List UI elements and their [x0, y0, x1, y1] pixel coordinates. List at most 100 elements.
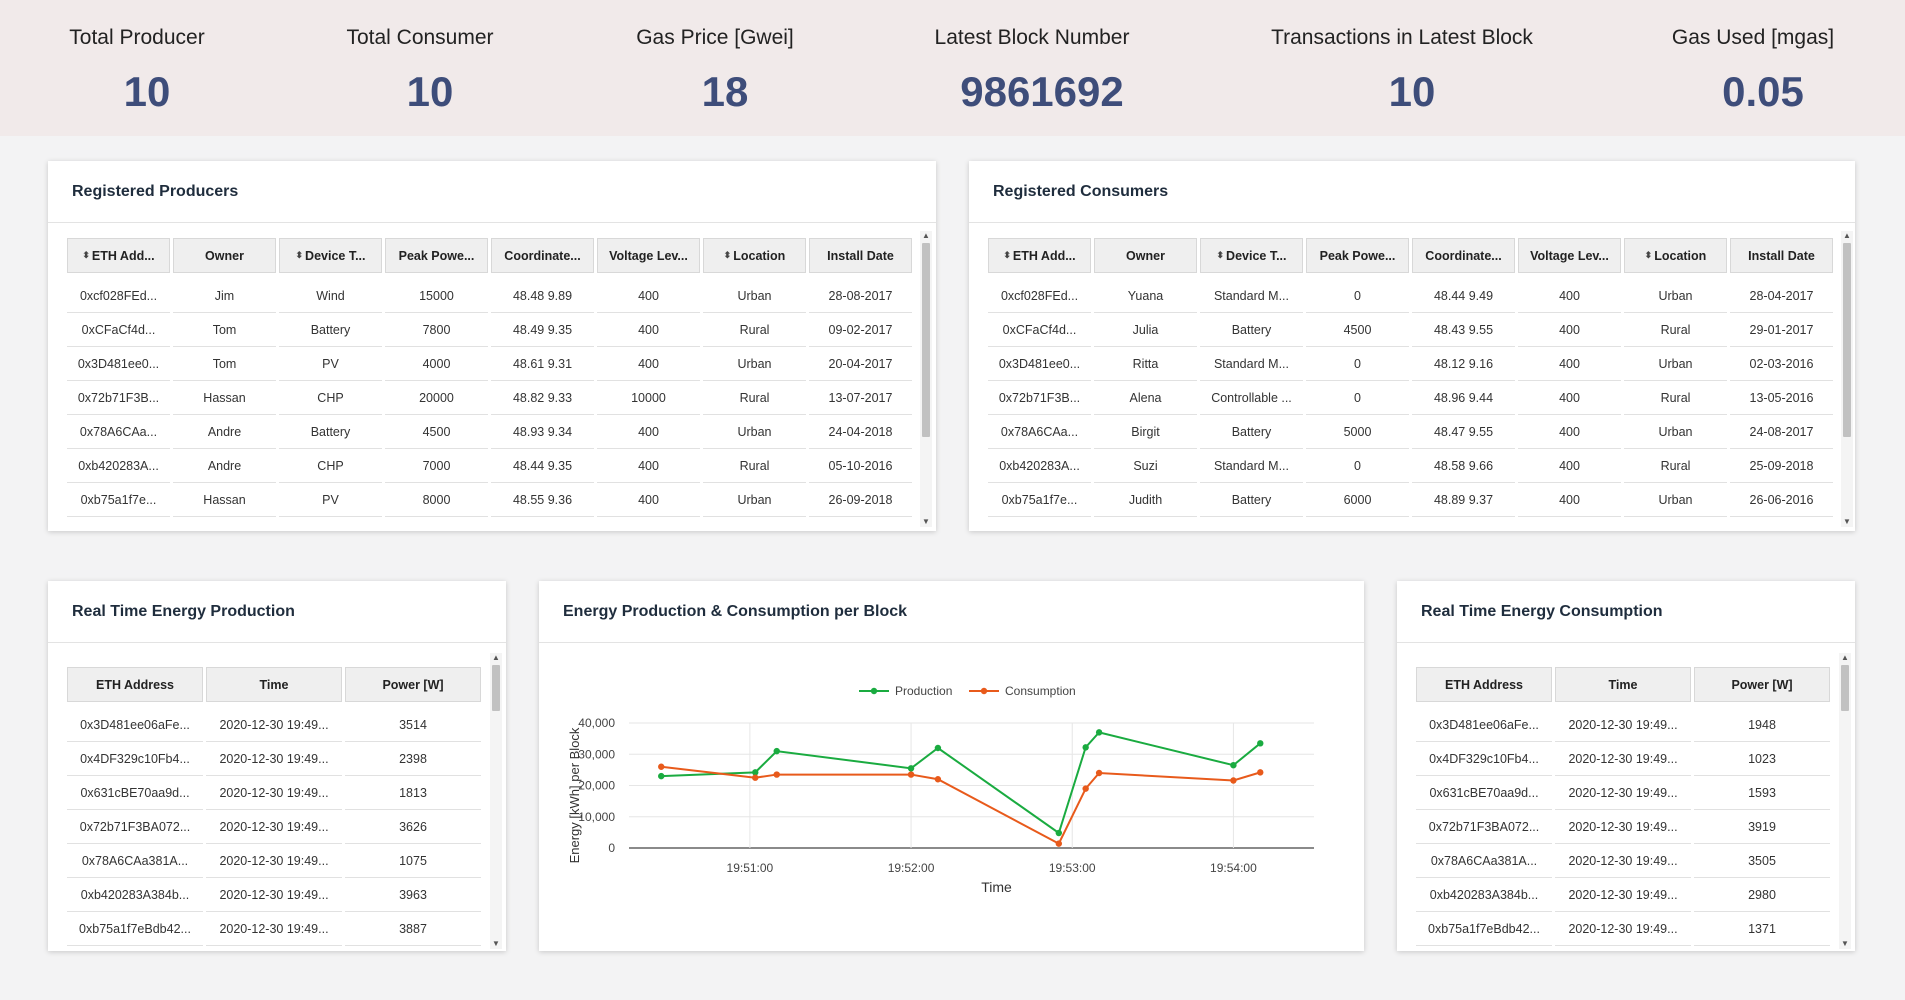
table-cell: 48.12 9.16: [1412, 347, 1515, 381]
sort-icon[interactable]: ⬍: [1003, 250, 1011, 260]
sort-icon[interactable]: ⬍: [82, 250, 90, 260]
table-row[interactable]: 0x4DF329c10Fb4... 2020-12-30 19:49... 1023: [1416, 742, 1830, 776]
producers-table: ⬍ ETH Add... Owner ⬍ Device T... Peak Powe…: [64, 238, 912, 517]
table-row[interactable]: 0xb420283A... Andre CHP 7000 48.44 9.35 400 Ru…: [67, 449, 912, 483]
column-header-location[interactable]: ⬍ Location: [1624, 238, 1727, 273]
table-cell: 20-04-2017: [809, 347, 912, 381]
column-header-owner[interactable]: Owner: [173, 238, 276, 273]
table-row[interactable]: 0x72b71F3BA072... 2020-12-30 19:49... 3626: [67, 810, 481, 844]
consumption-scrollbar[interactable]: ▲ ▼: [1839, 653, 1851, 949]
column-header-time[interactable]: Time: [1555, 667, 1691, 702]
column-header-voltage-level[interactable]: Voltage Lev...: [1518, 238, 1621, 273]
table-row[interactable]: 0xCFaCf4d... Tom Battery 7800 48.49 9.35 400 R…: [67, 313, 912, 347]
table-cell: 7800: [385, 313, 488, 347]
consumers-scrollbar[interactable]: ▲ ▼: [1841, 231, 1853, 527]
column-header-location[interactable]: ⬍ Location: [703, 238, 806, 273]
panel-title: Real Time Energy Consumption: [1421, 603, 1663, 620]
table-cell: 4500: [385, 415, 488, 449]
table-row[interactable]: 0x631cBE70aa9d... 2020-12-30 19:49... 1813: [67, 776, 481, 810]
table-row[interactable]: 0x631cBE70aa9d... 2020-12-30 19:49... 1593: [1416, 776, 1830, 810]
table-row[interactable]: 0xcf028FEd... Jim Wind 15000 48.48 9.89 400 Ur…: [67, 279, 912, 313]
table-cell: Rural: [703, 449, 806, 483]
scroll-thumb[interactable]: [1841, 665, 1849, 711]
producers-table-container[interactable]: ⬍ ETH Add... Owner ⬍ Device T... Peak Powe…: [64, 238, 912, 528]
table-row[interactable]: 0x78A6CAa... Birgit Battery 5000 48.47 9.55 4…: [988, 415, 1833, 449]
table-cell: Hassan: [173, 381, 276, 415]
column-header-eth-address[interactable]: ETH Address: [1416, 667, 1552, 702]
scroll-thumb[interactable]: [1843, 243, 1851, 437]
column-header-power[interactable]: Power [W]: [345, 667, 481, 702]
table-row[interactable]: 0x72b71F3B... Alena Controllable ... 0 48.96…: [988, 381, 1833, 415]
sort-icon[interactable]: ⬍: [724, 250, 732, 260]
sort-icon[interactable]: ⬍: [1645, 250, 1653, 260]
production-table-container[interactable]: ETH Address Time Power [W] 0x3D481ee06aF…: [64, 667, 484, 948]
table-row[interactable]: 0xb420283A384b... 2020-12-30 19:49... 3963: [67, 878, 481, 912]
scroll-down-icon[interactable]: ▼: [1841, 517, 1853, 527]
table-row[interactable]: 0xb75a1f7eBdb42... 2020-12-30 19:49... 137…: [1416, 912, 1830, 946]
table-row[interactable]: 0x3D481ee0... Tom PV 4000 48.61 9.31 400 Urban…: [67, 347, 912, 381]
table-cell: Rural: [703, 381, 806, 415]
producers-scrollbar[interactable]: ▲ ▼: [920, 231, 932, 527]
column-header-peak-power[interactable]: Peak Powe...: [1306, 238, 1409, 273]
table-row[interactable]: 0xb420283A... Suzi Standard M... 0 48.58 9.6…: [988, 449, 1833, 483]
x-tick-label: 19:53:00: [1049, 861, 1096, 875]
column-header-install-date[interactable]: Install Date: [1730, 238, 1833, 273]
scroll-up-icon[interactable]: ▲: [1841, 231, 1853, 241]
column-header-coordinates[interactable]: Coordinate...: [1412, 238, 1515, 273]
table-cell: Julia: [1094, 313, 1197, 347]
table-row[interactable]: 0xb420283A384b... 2020-12-30 19:49... 2980: [1416, 878, 1830, 912]
table-row[interactable]: 0xb75a1f7e... Judith Battery 6000 48.89 9.37…: [988, 483, 1833, 517]
scroll-up-icon[interactable]: ▲: [1839, 653, 1851, 663]
table-cell: 2020-12-30 19:49...: [1555, 912, 1691, 946]
table-cell: 400: [597, 347, 700, 381]
column-header-install-date[interactable]: Install Date: [809, 238, 912, 273]
scroll-down-icon[interactable]: ▼: [920, 517, 932, 527]
legend-label: Production: [895, 684, 952, 698]
consumers-table-container[interactable]: ⬍ ETH Add... Owner ⬍ Device T... Peak Powe…: [985, 238, 1833, 528]
y-tick-label: 20,000: [578, 779, 615, 793]
table-cell: 2020-12-30 19:49...: [1555, 708, 1691, 742]
column-header-device-type[interactable]: ⬍ Device T...: [1200, 238, 1303, 273]
column-header-time[interactable]: Time: [206, 667, 342, 702]
column-header-power[interactable]: Power [W]: [1694, 667, 1830, 702]
table-row[interactable]: 0x3D481ee06aFe... 2020-12-30 19:49... 1948: [1416, 708, 1830, 742]
scroll-thumb[interactable]: [492, 665, 500, 711]
column-header-voltage-level[interactable]: Voltage Lev...: [597, 238, 700, 273]
production-table: ETH Address Time Power [W] 0x3D481ee06aF…: [64, 667, 484, 946]
table-cell: Standard M...: [1200, 347, 1303, 381]
scroll-down-icon[interactable]: ▼: [490, 939, 502, 949]
production-scrollbar[interactable]: ▲ ▼: [490, 653, 502, 949]
table-row[interactable]: 0xCFaCf4d... Julia Battery 4500 48.43 9.55 40…: [988, 313, 1833, 347]
table-row[interactable]: 0x78A6CAa381A... 2020-12-30 19:49... 1075: [67, 844, 481, 878]
table-row[interactable]: 0xb75a1f7eBdb42... 2020-12-30 19:49... 388…: [67, 912, 481, 946]
table-row[interactable]: 0xb75a1f7e... Hassan PV 8000 48.55 9.36 400 Ur…: [67, 483, 912, 517]
table-cell: Tom: [173, 313, 276, 347]
table-row[interactable]: 0x4DF329c10Fb4... 2020-12-30 19:49... 2398: [67, 742, 481, 776]
scroll-thumb[interactable]: [922, 243, 930, 437]
legend-marker-consumption: [980, 687, 988, 695]
scroll-up-icon[interactable]: ▲: [920, 231, 932, 241]
scroll-up-icon[interactable]: ▲: [490, 653, 502, 663]
column-header-eth-address[interactable]: ETH Address: [67, 667, 203, 702]
column-header-eth-address[interactable]: ⬍ ETH Add...: [67, 238, 170, 273]
table-row[interactable]: 0xcf028FEd... Yuana Standard M... 0 48.44 9.…: [988, 279, 1833, 313]
table-cell: 0xb420283A...: [988, 449, 1091, 483]
table-cell: Rural: [1624, 381, 1727, 415]
sort-icon[interactable]: ⬍: [296, 250, 304, 260]
table-row[interactable]: 0x78A6CAa381A... 2020-12-30 19:49... 3505: [1416, 844, 1830, 878]
table-cell: 6000: [1306, 483, 1409, 517]
scroll-down-icon[interactable]: ▼: [1839, 939, 1851, 949]
consumption-table-container[interactable]: ETH Address Time Power [W] 0x3D481ee06aF…: [1413, 667, 1833, 948]
table-row[interactable]: 0x3D481ee0... Ritta Standard M... 0 48.12 9.…: [988, 347, 1833, 381]
sort-icon[interactable]: ⬍: [1217, 250, 1225, 260]
column-header-device-type[interactable]: ⬍ Device T...: [279, 238, 382, 273]
column-header-coordinates[interactable]: Coordinate...: [491, 238, 594, 273]
table-row[interactable]: 0x78A6CAa... Andre Battery 4500 48.93 9.34 40…: [67, 415, 912, 449]
column-header-eth-address[interactable]: ⬍ ETH Add...: [988, 238, 1091, 273]
table-row[interactable]: 0x3D481ee06aFe... 2020-12-30 19:49... 3514: [67, 708, 481, 742]
column-header-owner[interactable]: Owner: [1094, 238, 1197, 273]
table-cell: 48.44 9.35: [491, 449, 594, 483]
table-row[interactable]: 0x72b71F3BA072... 2020-12-30 19:49... 3919: [1416, 810, 1830, 844]
column-header-peak-power[interactable]: Peak Powe...: [385, 238, 488, 273]
table-row[interactable]: 0x72b71F3B... Hassan CHP 20000 48.82 9.33 100…: [67, 381, 912, 415]
